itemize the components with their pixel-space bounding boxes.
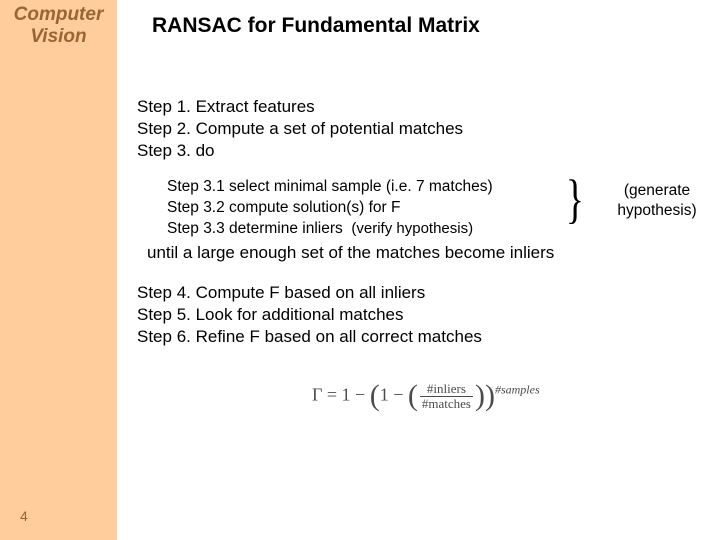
step-3-3-text: Step 3.3 determine inliers <box>167 220 343 237</box>
page-number: 4 <box>20 508 28 524</box>
step-3-2: Step 3.2 compute solution(s) for F <box>167 198 493 219</box>
sidebar: Computer Vision 4 <box>0 0 117 540</box>
exponent: #samples <box>495 382 540 396</box>
step-6: Step 6. Refine F based on all correct ma… <box>137 326 482 348</box>
fraction: #inliers#matches <box>420 382 473 410</box>
step-4: Step 4. Compute F based on all inliers <box>137 282 482 304</box>
step-3-3: Step 3.3 determine inliers (verify hypot… <box>167 219 493 240</box>
verify-hypothesis: (verify hypothesis) <box>351 220 473 237</box>
step-1: Step 1. Extract features <box>137 96 463 118</box>
until-clause: until a large enough set of the matches … <box>147 243 554 263</box>
formula: Γ = 1 − (1 − (#inliers#matches))#samples <box>312 382 540 410</box>
generate-hypothesis-annotation: (generate hypothesis) <box>607 181 707 221</box>
steps-4-6: Step 4. Compute F based on all inliers S… <box>137 282 482 348</box>
annot-line1: (generate <box>624 182 690 199</box>
fraction-denominator: #matches <box>420 397 473 411</box>
fraction-numerator: #inliers <box>420 382 473 397</box>
slide-title: RANSAC for Fundamental Matrix <box>152 14 480 38</box>
rparen-outer: ) <box>485 379 495 412</box>
substeps: Step 3.1 select minimal sample (i.e. 7 m… <box>167 177 493 240</box>
one-minus: 1 − <box>380 384 408 404</box>
sidebar-title-line2: Vision <box>30 26 86 47</box>
annot-line2: hypothesis) <box>617 202 696 219</box>
sidebar-title-line1: Computer <box>14 4 104 25</box>
lparen-outer: ( <box>370 379 380 412</box>
rparen-inner: ) <box>475 379 485 412</box>
sidebar-title: Computer Vision <box>0 4 117 48</box>
eq-text: = 1 − <box>322 384 369 404</box>
brace-icon: } <box>566 172 584 226</box>
steps-1-3: Step 1. Extract features Step 2. Compute… <box>137 96 463 162</box>
step-3: Step 3. do <box>137 140 463 162</box>
slide-content: RANSAC for Fundamental Matrix Step 1. Ex… <box>117 0 720 540</box>
lparen-inner: ( <box>408 379 418 412</box>
step-2: Step 2. Compute a set of potential match… <box>137 118 463 140</box>
gamma-symbol: Γ <box>312 384 322 404</box>
step-5: Step 5. Look for additional matches <box>137 304 482 326</box>
step-3-1: Step 3.1 select minimal sample (i.e. 7 m… <box>167 177 493 198</box>
